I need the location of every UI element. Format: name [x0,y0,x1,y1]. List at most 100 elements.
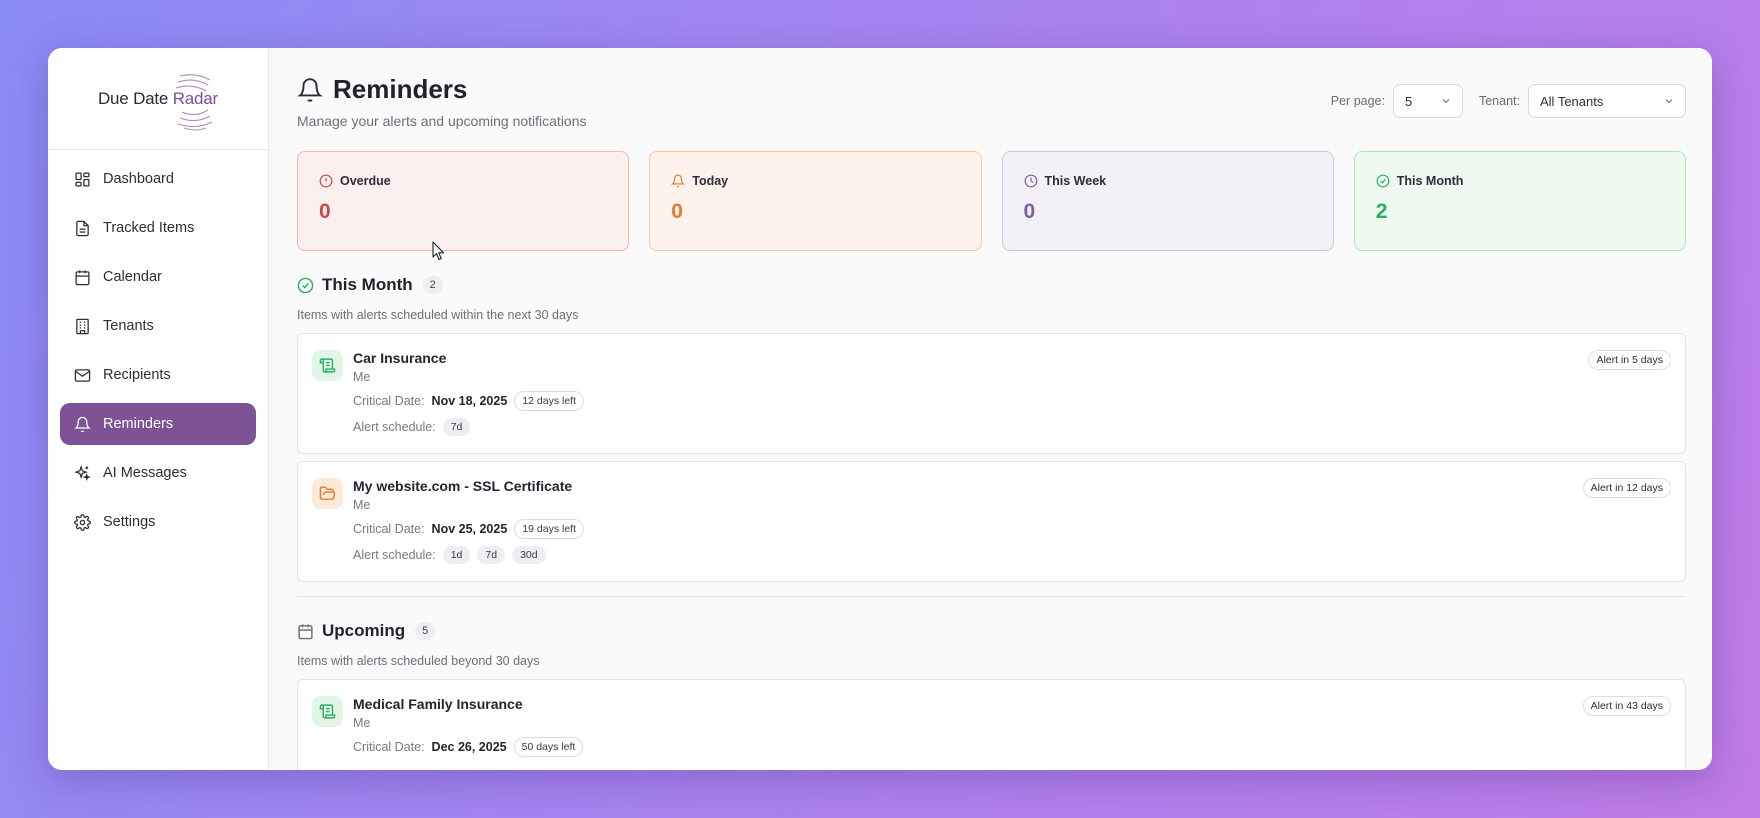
tenant-select[interactable]: All Tenants [1528,84,1686,118]
mail-icon [74,368,91,382]
gear-icon [74,513,91,531]
per-page-label: Per page: [1330,94,1385,108]
chevron-down-icon [1665,99,1673,104]
folder-open-icon [319,486,336,500]
alert-countdown-badge: Alert in 12 days [1582,478,1671,498]
stat-card-this-week[interactable]: This Week 0 [1001,151,1334,251]
item-body: Medical Family Insurance Me Critical Dat… [353,696,584,770]
app-window: Due Date Radar Dashboard Tracked Items C… [48,48,1712,770]
logo[interactable]: Due Date Radar [48,48,268,150]
filter-controls: Per page: 5 Tenant: All Tenants [1331,84,1686,118]
stat-card-overdue[interactable]: Overdue 0 [297,151,630,251]
this-month-list: Car Insurance Me Critical Date: Nov 18, … [297,333,1686,582]
document-icon [76,220,89,236]
critical-date-label: Critical Date: [353,394,425,408]
sparkles-icon [74,464,91,481]
sidebar-item-ai-messages[interactable]: AI Messages [60,452,256,494]
reminder-card[interactable]: My website.com - SSL Certificate Me Crit… [297,461,1686,582]
alert-circle-icon [319,174,333,188]
tenant-value: All Tenants [1540,93,1604,109]
item-icon-badge [312,478,343,509]
item-body: My website.com - SSL Certificate Me Crit… [353,478,584,565]
stat-label: Today [671,174,959,188]
sidebar-item-dashboard[interactable]: Dashboard [60,158,256,200]
sidebar-item-reminders[interactable]: Reminders [60,403,256,445]
stats-row: Overdue 0 Today 0 This Week 0 This Month… [297,151,1686,251]
critical-date-value: Nov 18, 2025 [431,394,508,408]
sidebar-item-label: Reminders [103,416,174,432]
schedule-pill: 7d [477,546,506,564]
days-left-badge: 12 days left [514,391,584,411]
stat-card-today[interactable]: Today 0 [649,151,982,251]
section-title: Upcoming [322,621,406,640]
sidebar-item-settings[interactable]: Settings [60,501,256,543]
dashboard-icon [75,171,90,187]
critical-date-row: Critical Date: Nov 25, 2025 19 days left [353,519,584,539]
item-icon-badge [312,696,343,727]
logo-text-part1: Due Date [97,88,173,108]
schedule-pill: 30d [512,546,546,564]
sidebar-item-label: Dashboard [103,171,174,187]
stat-card-this-month[interactable]: This Month 2 [1353,151,1686,251]
reminder-card[interactable]: Car Insurance Me Critical Date: Nov 18, … [297,333,1686,454]
count-badge: 5 [415,622,436,640]
page-title: Reminders [333,74,468,104]
sidebar-item-tracked-items[interactable]: Tracked Items [60,207,256,249]
page-header: Reminders Manage your alerts and upcomin… [297,74,1686,129]
item-owner: Me [353,716,371,730]
stat-label-text: Overdue [340,174,391,188]
sidebar: Due Date Radar Dashboard Tracked Items C… [48,48,269,770]
reminder-card[interactable]: Medical Family Insurance Me Critical Dat… [297,679,1686,770]
per-page-select[interactable]: 5 [1392,84,1463,118]
stat-value: 0 [671,200,683,223]
alert-schedule-label: Alert schedule: [353,420,436,434]
item-owner: Me [353,498,371,512]
clock-icon [1024,174,1037,188]
stat-value: 0 [319,200,331,223]
section-this-month-header: This Month 2 [297,275,1686,295]
item-name[interactable]: My website.com - SSL Certificate [353,478,584,494]
schedule-pill: 1d [442,546,471,564]
scroll-icon [319,358,336,373]
sidebar-item-tenants[interactable]: Tenants [60,305,256,347]
section-description: Items with alerts scheduled within the n… [297,308,579,322]
sidebar-item-label: Tracked Items [103,220,195,236]
item-owner: Me [353,370,371,384]
item-name[interactable]: Medical Family Insurance [353,696,583,712]
alert-schedule-row: Alert schedule: 1d 7d 30d [353,546,584,564]
critical-date-row: Critical Date: Dec 26, 2025 50 days left [353,737,584,757]
logo-text-part2: Radar [172,88,219,108]
scroll-icon [319,704,336,719]
stat-label-text: This Month [1396,174,1464,188]
check-circle-icon [297,277,314,293]
bell-icon [297,77,323,102]
calendar-icon [298,623,313,639]
days-left-badge: 50 days left [513,737,584,757]
check-circle-icon [1376,174,1390,188]
title-row: Reminders [297,74,587,105]
alert-schedule-row: Alert schedule: 7d [353,418,584,436]
sidebar-item-label: AI Messages [103,465,187,481]
alert-schedule-label: Alert schedule: [353,548,436,562]
section-title: This Month [322,275,413,294]
sidebar-item-calendar[interactable]: Calendar [60,256,256,298]
count-badge: 2 [422,276,443,294]
section-upcoming-header: Upcoming 5 [297,621,1686,641]
bell-icon [74,416,91,432]
sidebar-item-recipients[interactable]: Recipients [60,354,256,396]
upcoming-list: Medical Family Insurance Me Critical Dat… [297,679,1686,770]
stat-value: 0 [1023,200,1036,223]
critical-date-row: Critical Date: Nov 18, 2025 12 days left [353,391,584,411]
sidebar-nav: Dashboard Tracked Items Calendar Tenants… [48,150,268,558]
alert-countdown-badge: Alert in 5 days [1588,350,1671,370]
section-description: Items with alerts scheduled beyond 30 da… [297,654,540,668]
per-page-value: 5 [1404,93,1413,109]
sidebar-item-label: Settings [103,514,156,530]
tenant-label: Tenant: [1478,94,1520,108]
stat-label: This Week [1024,174,1312,188]
logo-text: Due Date Radar [98,89,218,109]
days-left-badge: 19 days left [514,519,584,539]
item-name[interactable]: Car Insurance [353,350,584,366]
item-icon-badge [312,350,343,381]
main-content: Reminders Manage your alerts and upcomin… [269,48,1712,770]
